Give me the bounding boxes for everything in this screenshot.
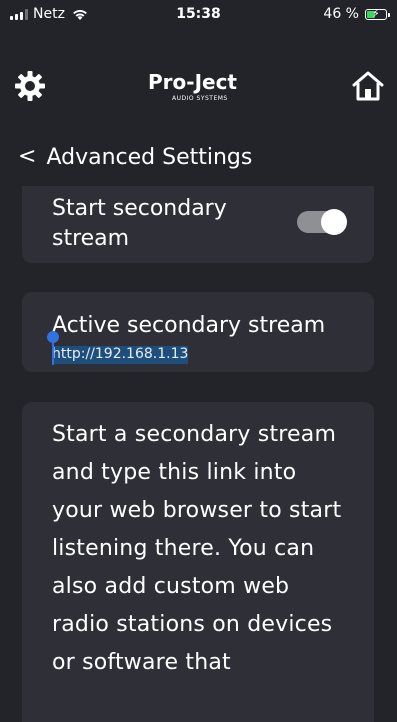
status-right: 46 % ⚡ xyxy=(323,6,390,22)
brand-logo: Pro-Ject AUDIO SYSTEMS xyxy=(148,70,250,104)
secondary-stream-label: Start secondary stream xyxy=(52,196,227,251)
info-card: Start a secondary stream and type this l… xyxy=(22,402,374,722)
logo-sub-text: AUDIO SYSTEMS xyxy=(172,95,228,102)
chevron-left-icon[interactable]: < xyxy=(18,146,36,168)
active-stream-url[interactable]: http://192.168.1.13 xyxy=(52,346,189,364)
status-bar: Netz 15:38 46 % ⚡ xyxy=(0,0,397,30)
page-title: Advanced Settings xyxy=(46,144,253,170)
battery-icon: ⚡ xyxy=(365,6,390,20)
home-icon[interactable] xyxy=(351,70,385,102)
active-stream-label: Active secondary stream xyxy=(52,313,326,338)
secondary-stream-card: Start secondary stream xyxy=(22,186,374,263)
charging-bolt-icon: ⚡ xyxy=(372,6,380,20)
selection-handle[interactable] xyxy=(47,331,61,367)
back-navigation[interactable]: < Advanced Settings xyxy=(18,141,252,173)
secondary-stream-toggle[interactable] xyxy=(297,208,347,236)
logo-main-text: Pro-Ject xyxy=(148,70,237,94)
battery-percent: 46 % xyxy=(323,6,359,22)
info-text: Start a secondary stream and type this l… xyxy=(52,422,342,675)
app-header: Pro-Ject AUDIO SYSTEMS xyxy=(0,60,397,112)
active-stream-card: Active secondary stream http://192.168.1… xyxy=(22,292,374,372)
gear-icon[interactable] xyxy=(14,70,46,102)
toggle-knob[interactable] xyxy=(321,209,347,235)
